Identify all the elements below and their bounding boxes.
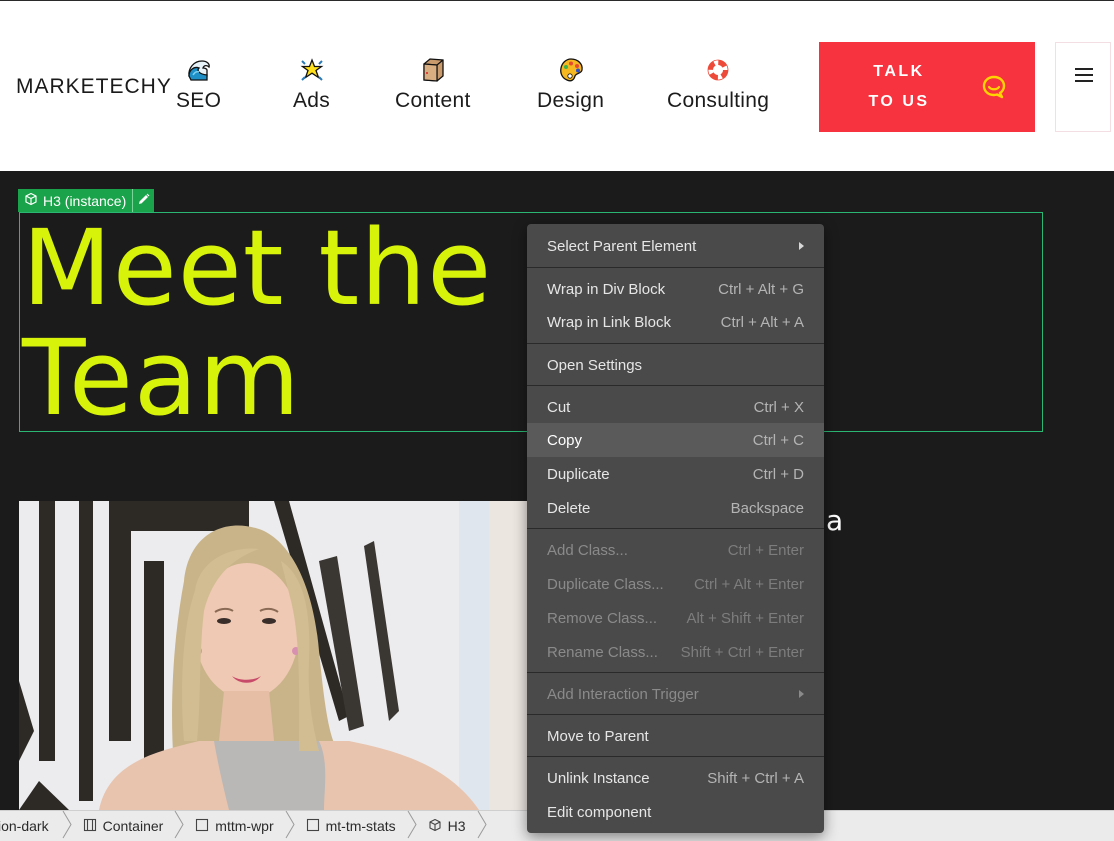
menu-item-copy[interactable]: Copy Ctrl + C — [527, 423, 824, 457]
menu-item-shortcut: Ctrl + Alt + Enter — [693, 575, 804, 593]
menu-item-shortcut: Ctrl + Alt + A — [720, 313, 804, 331]
menu-item-shortcut: Ctrl + X — [753, 398, 804, 416]
nav-label: Content — [395, 89, 471, 112]
breadcrumb-item-mttm-wpr[interactable]: mttm-wpr — [185, 811, 283, 841]
menu-item-rename-class[interactable]: Rename Class... Shift + Ctrl + Enter — [527, 635, 824, 669]
menu-item-shortcut: Alt + Shift + Enter — [686, 609, 804, 627]
palette-icon — [557, 56, 585, 84]
menu-item-label: Add Class... — [547, 541, 628, 559]
breadcrumb-label: ion-dark — [0, 818, 49, 834]
menu-item-shortcut: Backspace — [730, 499, 804, 517]
talk-line-1: TALK — [873, 63, 925, 80]
div-block-icon — [195, 818, 209, 835]
menu-item-move-to-parent[interactable]: Move to Parent — [527, 719, 824, 753]
menu-item-shortcut: Shift + Ctrl + Enter — [680, 643, 804, 661]
breadcrumb-item-section[interactable]: ion-dark — [0, 811, 61, 841]
menu-item-cut[interactable]: Cut Ctrl + X — [527, 390, 824, 424]
menu-item-duplicate[interactable]: Duplicate Ctrl + D — [527, 457, 824, 491]
menu-item-label: Add Interaction Trigger — [547, 685, 699, 703]
menu-item-label: Cut — [547, 398, 571, 416]
breadcrumb-label: H3 — [447, 818, 466, 834]
nav-label: Consulting — [667, 89, 770, 112]
nav-label: Design — [537, 89, 605, 112]
talk-line-2: TO US — [868, 93, 930, 110]
menu-item-add-class[interactable]: Add Class... Ctrl + Enter — [527, 533, 824, 567]
breadcrumb-separator-icon — [476, 809, 488, 841]
menu-item-add-interaction-trigger[interactable]: Add Interaction Trigger — [527, 677, 824, 711]
menu-item-wrap-in-link-block[interactable]: Wrap in Link Block Ctrl + Alt + A — [527, 305, 824, 339]
chat-bubble-icon — [979, 72, 1009, 102]
menu-item-shortcut: Ctrl + Alt + G — [718, 280, 804, 298]
team-member-photo[interactable] — [19, 501, 531, 810]
menu-item-label: Copy — [547, 431, 583, 449]
nav-label: SEO — [176, 89, 222, 112]
menu-item-wrap-in-div-block[interactable]: Wrap in Div Block Ctrl + Alt + G — [527, 272, 824, 306]
menu-divider — [527, 385, 824, 386]
package-box-icon — [419, 56, 447, 84]
menu-divider — [527, 672, 824, 673]
hamburger-menu-button[interactable] — [1055, 42, 1111, 132]
menu-item-label: Wrap in Link Block — [547, 313, 671, 331]
menu-item-label: Wrap in Div Block — [547, 280, 666, 298]
site-logo[interactable]: MARKETECHY — [16, 75, 172, 99]
talk-to-us-label: TALK TO US — [819, 57, 979, 117]
breadcrumb-item-h3[interactable]: H3 — [418, 811, 476, 841]
context-menu: Select Parent Element Wrap in Div Block … — [527, 224, 824, 833]
menu-item-label: Unlink Instance — [547, 769, 650, 787]
menu-divider — [527, 343, 824, 344]
menu-item-label: Open Settings — [547, 356, 643, 374]
nav-label: Ads — [293, 89, 331, 112]
menu-item-shortcut: Ctrl + Enter — [727, 541, 804, 559]
menu-divider — [527, 756, 824, 757]
submenu-arrow-icon — [799, 242, 804, 250]
lifebuoy-icon — [704, 56, 732, 84]
menu-divider — [527, 267, 824, 268]
sparkle-star-icon — [298, 56, 326, 84]
component-cube-icon — [428, 818, 442, 835]
div-block-icon — [306, 818, 320, 835]
menu-item-label: Select Parent Element — [547, 237, 697, 255]
menu-item-shortcut: Ctrl + D — [752, 465, 804, 483]
nav-item-seo[interactable]: SEO — [176, 56, 221, 113]
breadcrumb-separator-icon — [173, 809, 185, 841]
site-header: MARKETECHY SEO Ads Content Design Consul… — [0, 1, 1114, 171]
menu-item-delete[interactable]: Delete Backspace — [527, 491, 824, 525]
team-member-name-partial: a — [826, 504, 844, 537]
menu-item-label: Remove Class... — [547, 609, 658, 627]
breadcrumb-label: Container — [102, 818, 164, 834]
breadcrumb-separator-icon — [284, 809, 296, 841]
menu-item-label: Duplicate — [547, 465, 610, 483]
container-icon — [83, 818, 97, 835]
breadcrumb-item-container[interactable]: Container — [73, 811, 174, 841]
submenu-arrow-icon — [799, 690, 804, 698]
breadcrumb-item-mt-tm-stats[interactable]: mt-tm-stats — [296, 811, 406, 841]
menu-item-label: Move to Parent — [547, 727, 649, 745]
menu-item-remove-class[interactable]: Remove Class... Alt + Shift + Enter — [527, 601, 824, 635]
breadcrumb-label: mt-tm-stats — [325, 818, 396, 834]
menu-divider — [527, 714, 824, 715]
menu-item-open-settings[interactable]: Open Settings — [527, 348, 824, 382]
breadcrumb-label: mttm-wpr — [215, 818, 274, 834]
team-member-portrait — [19, 501, 531, 810]
nav-item-ads[interactable]: Ads — [293, 56, 330, 113]
breadcrumb-separator-icon — [61, 809, 73, 841]
nav-item-design[interactable]: Design — [537, 56, 604, 113]
breadcrumb-separator-icon — [406, 809, 418, 841]
menu-item-duplicate-class[interactable]: Duplicate Class... Ctrl + Alt + Enter — [527, 567, 824, 601]
nav-item-content[interactable]: Content — [395, 56, 471, 113]
nav-item-consulting[interactable]: Consulting — [667, 56, 769, 113]
menu-item-label: Duplicate Class... — [547, 575, 664, 593]
menu-item-label: Edit component — [547, 803, 652, 821]
menu-divider — [527, 528, 824, 529]
menu-item-shortcut: Ctrl + C — [752, 431, 804, 449]
menu-item-select-parent-element[interactable]: Select Parent Element — [527, 229, 824, 263]
menu-item-edit-component[interactable]: Edit component — [527, 795, 824, 829]
talk-to-us-button[interactable]: TALK TO US — [819, 42, 1035, 132]
menu-item-shortcut: Shift + Ctrl + A — [707, 769, 804, 787]
wave-icon — [185, 56, 213, 84]
menu-item-unlink-instance[interactable]: Unlink Instance Shift + Ctrl + A — [527, 761, 824, 795]
menu-item-label: Rename Class... — [547, 643, 658, 661]
menu-item-label: Delete — [547, 499, 591, 517]
